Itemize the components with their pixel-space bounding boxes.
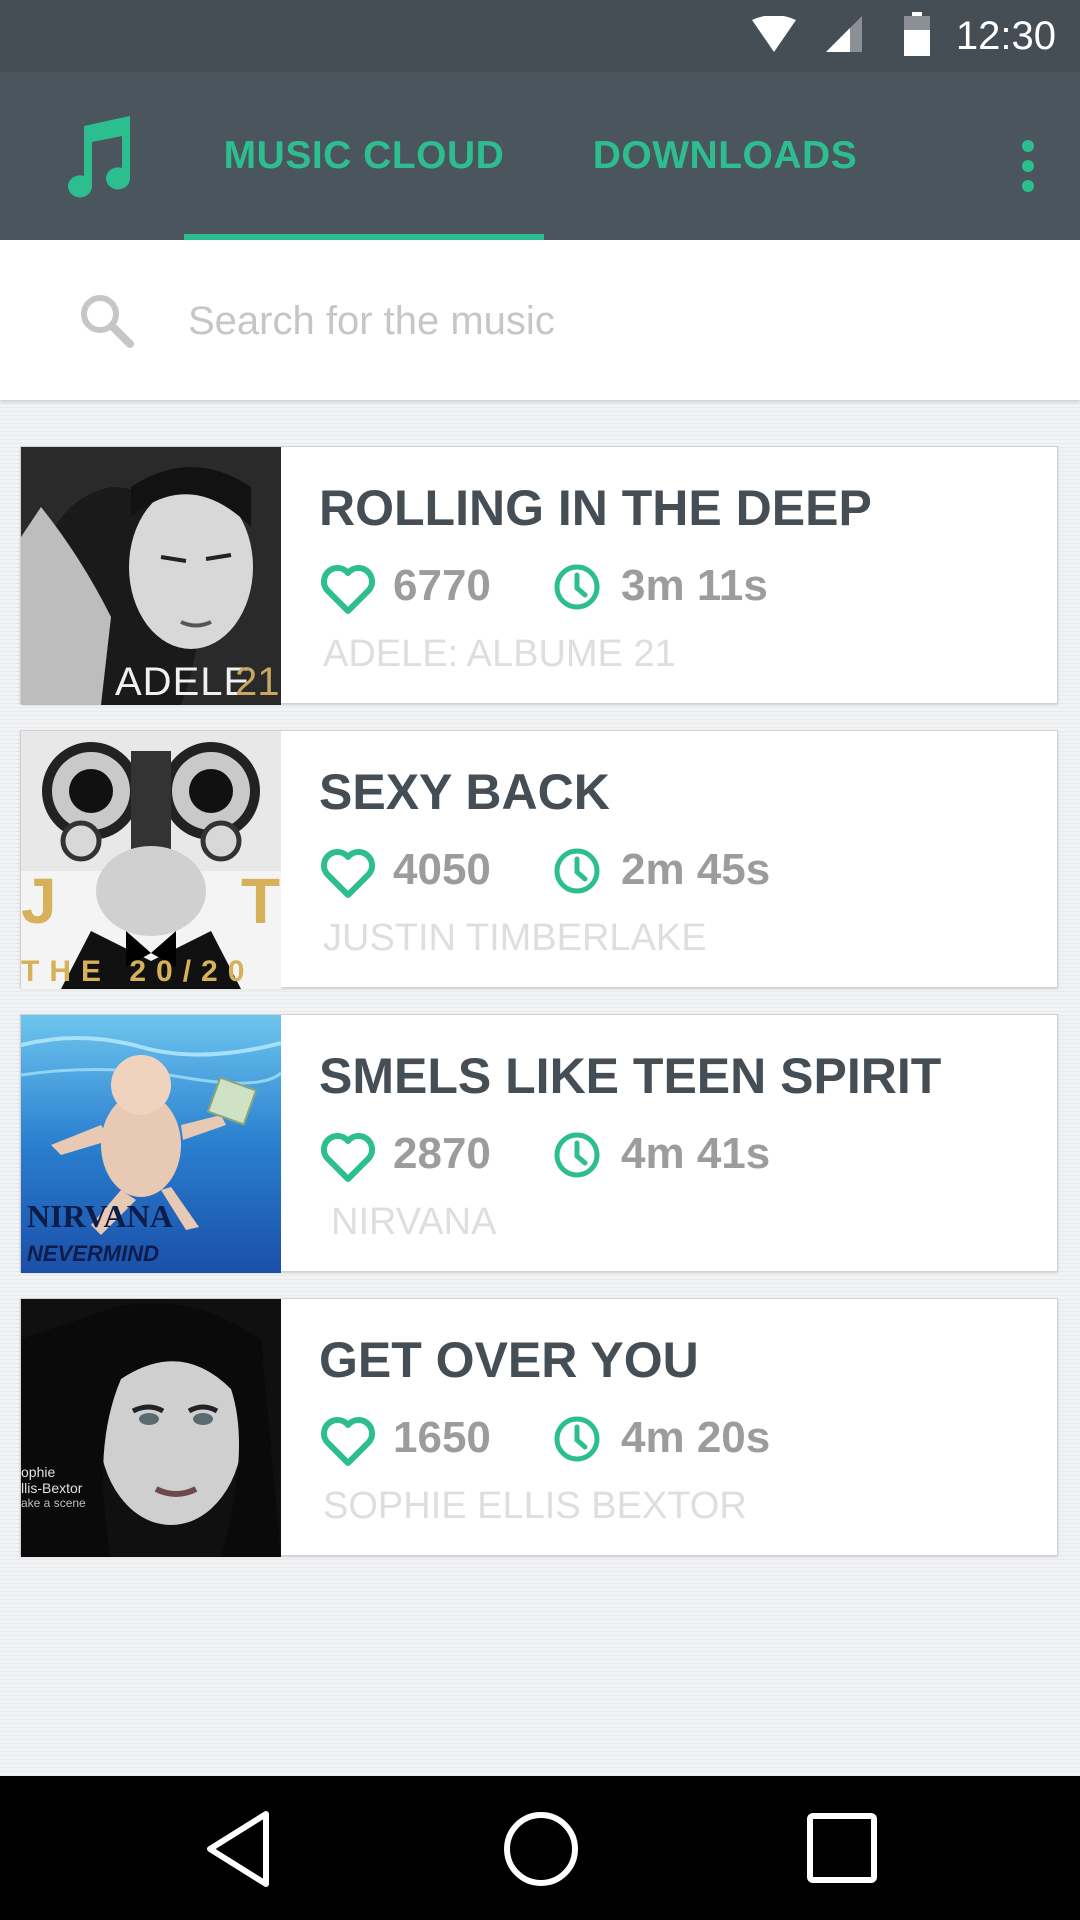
- likes-count: 4050: [393, 845, 491, 894]
- likes-count: 1650: [393, 1413, 491, 1462]
- svg-text:ake a scene: ake a scene: [21, 1496, 86, 1510]
- cell-signal-icon: [826, 16, 862, 52]
- svg-text:21: 21: [235, 660, 280, 704]
- song-artist: JUSTIN TIMBERLAKE: [323, 917, 707, 959]
- search-icon: [81, 295, 134, 348]
- song-duration: 3m 11s: [621, 561, 768, 610]
- svg-text:NIRVANA: NIRVANA: [27, 1198, 173, 1234]
- album-cover: J T THE 20/20: [21, 731, 281, 989]
- song-title: SMELS LIKE TEEN SPIRIT: [319, 1048, 942, 1104]
- status-bar: 12:30: [0, 0, 1080, 72]
- album-cover: ADELE 21: [21, 447, 281, 705]
- svg-text:THE 20/20: THE 20/20: [21, 955, 254, 988]
- album-cover: ophie llis-Bextor ake a scene: [21, 1299, 281, 1557]
- svg-text:NEVERMIND: NEVERMIND: [27, 1241, 159, 1266]
- status-time: 12:30: [955, 14, 1056, 58]
- song-artist: SOPHIE ELLIS BEXTOR: [323, 1485, 747, 1527]
- song-artist: NIRVANA: [331, 1201, 497, 1243]
- more-vert-icon[interactable]: [1020, 140, 1036, 192]
- tab-music-cloud-label: MUSIC CLOUD: [223, 134, 505, 177]
- clock-icon: [554, 848, 600, 894]
- battery-icon: [904, 12, 930, 56]
- wifi-icon: [752, 16, 796, 52]
- heart-icon[interactable]: [321, 565, 375, 615]
- svg-text:J: J: [21, 865, 57, 937]
- back-icon[interactable]: [196, 1808, 286, 1890]
- tab-music-cloud[interactable]: MUSIC CLOUD: [184, 72, 544, 240]
- heart-icon[interactable]: [321, 1133, 375, 1183]
- song-title: SEXY BACK: [319, 764, 610, 820]
- song-card[interactable]: J T THE 20/20 SEXY BACK 4050 2m 45s JUST…: [20, 730, 1058, 989]
- svg-text:T: T: [241, 865, 280, 937]
- tab-downloads-label: DOWNLOADS: [592, 134, 858, 177]
- song-card[interactable]: NIRVANA NEVERMIND SMELS LIKE TEEN SPIRIT…: [20, 1014, 1058, 1273]
- tab-downloads[interactable]: DOWNLOADS: [560, 72, 890, 240]
- music-note-icon: [68, 116, 131, 198]
- song-card[interactable]: ADELE 21 ROLLING IN THE DEEP 6770 3m 11s…: [20, 446, 1058, 705]
- song-artist: ADELE: ALBUME 21: [323, 633, 676, 675]
- clock-icon: [554, 564, 600, 610]
- likes-count: 2870: [393, 1129, 491, 1178]
- song-duration: 4m 20s: [621, 1413, 771, 1462]
- likes-count: 6770: [393, 561, 491, 610]
- album-cover: NIRVANA NEVERMIND: [21, 1015, 281, 1273]
- song-card[interactable]: ophie llis-Bextor ake a scene GET OVER Y…: [20, 1298, 1058, 1557]
- heart-icon[interactable]: [321, 1417, 375, 1467]
- recents-icon[interactable]: [798, 1808, 888, 1890]
- app-bar: MUSIC CLOUD DOWNLOADS: [0, 72, 1080, 240]
- song-title: ROLLING IN THE DEEP: [319, 480, 872, 536]
- song-title: GET OVER YOU: [319, 1332, 699, 1388]
- home-icon[interactable]: [496, 1808, 586, 1890]
- system-nav-bar: [0, 1776, 1080, 1920]
- svg-text:ADELE: ADELE: [115, 660, 251, 704]
- search-input[interactable]: [186, 280, 1010, 362]
- song-duration: 4m 41s: [621, 1129, 771, 1178]
- search-bar: [0, 240, 1080, 400]
- clock-icon: [554, 1416, 600, 1462]
- svg-text:llis-Bextor: llis-Bextor: [21, 1480, 83, 1496]
- heart-icon[interactable]: [321, 849, 375, 899]
- svg-text:ophie: ophie: [21, 1464, 55, 1480]
- song-duration: 2m 45s: [621, 845, 771, 894]
- clock-icon: [554, 1132, 600, 1178]
